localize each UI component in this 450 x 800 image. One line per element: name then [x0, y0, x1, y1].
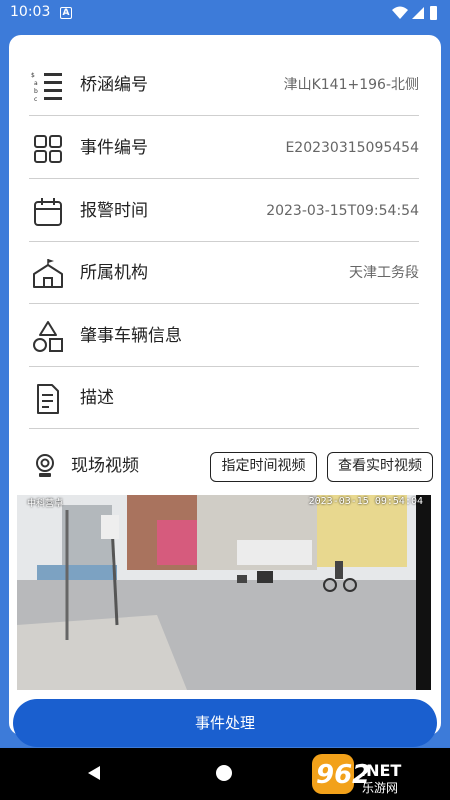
signal-icon — [412, 7, 424, 19]
status-bar: 10:03 A — [0, 0, 450, 27]
row-label: 所属机构 — [80, 263, 148, 283]
row-value: 2023-03-15T09:54:54 — [266, 203, 419, 219]
event-detail-card: $ a b c 桥涵编号 津山K141+196-北侧 事件编号 E2023031… — [9, 35, 441, 735]
camera-icon — [36, 454, 54, 477]
svg-text:$: $ — [31, 72, 35, 79]
list-abc-icon: $ a b c — [31, 72, 62, 103]
row-value: 天津工务段 — [349, 265, 419, 281]
svg-text:乐游网: 乐游网 — [362, 781, 398, 795]
video-header: 现场视频 指定时间视频 查看实时视频 — [29, 447, 434, 487]
handle-event-button[interactable]: 事件处理 — [13, 699, 437, 747]
row-organization: 所属机构 天津工务段 — [29, 242, 419, 304]
watermark-logo: 962 .NET 乐游网 — [312, 754, 401, 795]
specified-time-video-button[interactable]: 指定时间视频 — [210, 452, 317, 482]
row-description[interactable]: 描述 — [29, 367, 419, 429]
row-label: 事件编号 — [80, 138, 148, 158]
shapes-icon — [33, 321, 63, 352]
calendar-icon — [34, 198, 62, 226]
row-label: 桥涵编号 — [80, 75, 148, 95]
scene-video[interactable]: 中科营卓 2023-03-15 09:54:04 — [17, 495, 431, 690]
video-osd-label: 中科营卓 — [27, 499, 64, 509]
row-label: 肇事车辆信息 — [80, 326, 182, 346]
video-frame-image — [17, 495, 431, 690]
row-vehicle-info[interactable]: 肇事车辆信息 — [29, 305, 419, 367]
row-alarm-time: 报警时间 2023-03-15T09:54:54 — [29, 180, 419, 242]
live-video-button[interactable]: 查看实时视频 — [327, 452, 433, 482]
status-icons — [392, 6, 437, 20]
svg-text:c: c — [34, 96, 37, 103]
building-icon — [33, 259, 63, 288]
row-label: 描述 — [80, 388, 114, 408]
svg-text:b: b — [34, 88, 38, 95]
svg-text:a: a — [34, 80, 38, 87]
row-value: 津山K141+196-北侧 — [283, 77, 419, 93]
row-bridge-number: $ a b c 桥涵编号 津山K141+196-北侧 — [29, 54, 419, 116]
video-timestamp: 2023-03-15 09:54:04 — [308, 496, 423, 507]
row-value: E20230315095454 — [285, 140, 419, 156]
back-icon[interactable] — [86, 765, 102, 781]
wifi-icon — [392, 6, 408, 19]
status-time: 10:03 — [10, 4, 51, 20]
home-icon[interactable] — [216, 765, 232, 781]
battery-icon — [430, 6, 437, 20]
grid-squares-icon — [34, 135, 62, 163]
notification-icon: A — [60, 7, 72, 19]
row-label: 报警时间 — [80, 201, 148, 221]
nav-bar: 962 .NET 乐游网 — [0, 748, 450, 800]
document-icon — [37, 384, 59, 414]
video-title: 现场视频 — [71, 456, 139, 476]
svg-text:.NET: .NET — [360, 761, 401, 780]
row-event-number: 事件编号 E20230315095454 — [29, 117, 419, 179]
